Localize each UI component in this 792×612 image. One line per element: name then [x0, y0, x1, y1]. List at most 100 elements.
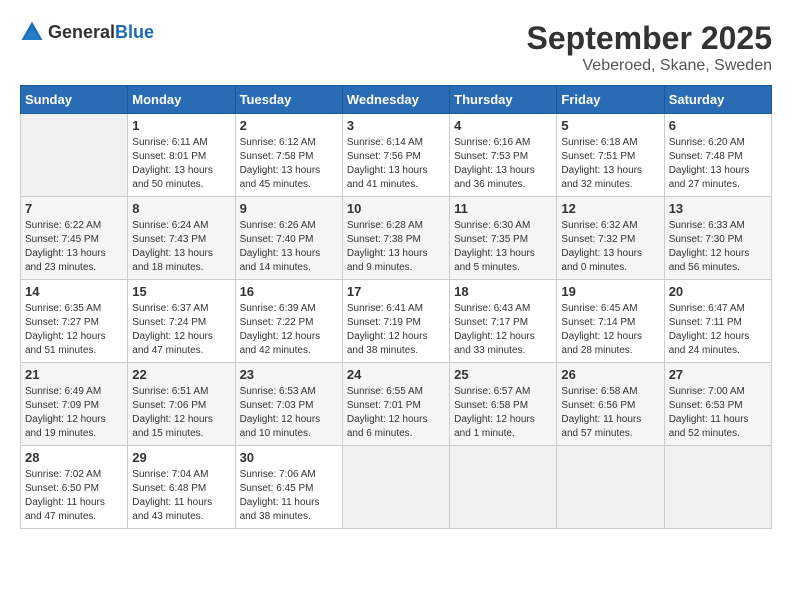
day-number: 27	[669, 367, 767, 382]
day-number: 21	[25, 367, 123, 382]
day-info: Sunrise: 6:37 AM Sunset: 7:24 PM Dayligh…	[132, 302, 230, 358]
calendar-cell	[450, 446, 557, 529]
calendar-cell: 19Sunrise: 6:45 AM Sunset: 7:14 PM Dayli…	[557, 280, 664, 363]
calendar-cell: 20Sunrise: 6:47 AM Sunset: 7:11 PM Dayli…	[664, 280, 771, 363]
day-info: Sunrise: 7:02 AM Sunset: 6:50 PM Dayligh…	[25, 468, 123, 524]
calendar-cell: 30 Sunrise: 7:06 AM Sunset: 6:45 PM Dayli…	[235, 446, 342, 529]
calendar-cell: 6 Sunrise: 6:20 AM Sunset: 7:48 PM Daylig…	[664, 114, 771, 197]
calendar-week-row: 1 Sunrise: 6:11 AM Sunset: 8:01 PM Daylig…	[21, 114, 772, 197]
weekday-header-wednesday: Wednesday	[342, 86, 449, 114]
day-info: Sunrise: 6:43 AM Sunset: 7:17 PM Dayligh…	[454, 302, 552, 358]
month-title: September 2025	[527, 20, 772, 57]
day-number: 12	[561, 201, 659, 216]
day-number: 8	[132, 201, 230, 216]
calendar-cell	[21, 114, 128, 197]
day-number: 19	[561, 284, 659, 299]
calendar-cell: 29 Sunrise: 7:04 AM Sunset: 6:48 PM Dayli…	[128, 446, 235, 529]
day-info: Sunrise: 6:28 AM Sunset: 7:38 PM Dayligh…	[347, 219, 445, 275]
weekday-header-monday: Monday	[128, 86, 235, 114]
day-number: 5	[561, 118, 659, 133]
calendar-cell: 8 Sunrise: 6:24 AM Sunset: 7:43 PM Daylig…	[128, 197, 235, 280]
day-number: 18	[454, 284, 552, 299]
day-number: 26	[561, 367, 659, 382]
day-number: 10	[347, 201, 445, 216]
day-number: 1	[132, 118, 230, 133]
calendar-cell: 28Sunrise: 7:02 AM Sunset: 6:50 PM Dayli…	[21, 446, 128, 529]
calendar-cell: 10 Sunrise: 6:28 AM Sunset: 7:38 PM Dayli…	[342, 197, 449, 280]
weekday-header-thursday: Thursday	[450, 86, 557, 114]
weekday-header-tuesday: Tuesday	[235, 86, 342, 114]
calendar-week-row: 28Sunrise: 7:02 AM Sunset: 6:50 PM Dayli…	[21, 446, 772, 529]
calendar-week-row: 7 Sunrise: 6:22 AM Sunset: 7:45 PM Daylig…	[21, 197, 772, 280]
day-number: 29	[132, 450, 230, 465]
calendar-cell: 21 Sunrise: 6:49 AM Sunset: 7:09 PM Dayli…	[21, 363, 128, 446]
day-number: 9	[240, 201, 338, 216]
day-number: 7	[25, 201, 123, 216]
calendar-cell: 9 Sunrise: 6:26 AM Sunset: 7:40 PM Daylig…	[235, 197, 342, 280]
day-number: 14	[25, 284, 123, 299]
title-block: September 2025 Veberoed, Skane, Sweden	[527, 20, 772, 75]
calendar-cell: 1 Sunrise: 6:11 AM Sunset: 8:01 PM Daylig…	[128, 114, 235, 197]
day-number: 20	[669, 284, 767, 299]
day-number: 2	[240, 118, 338, 133]
calendar-cell: 4Sunrise: 6:16 AM Sunset: 7:53 PM Daylig…	[450, 114, 557, 197]
calendar-cell: 23 Sunrise: 6:53 AM Sunset: 7:03 PM Dayli…	[235, 363, 342, 446]
logo-text-blue: Blue	[115, 22, 154, 42]
calendar-cell: 26 Sunrise: 6:58 AM Sunset: 6:56 PM Dayli…	[557, 363, 664, 446]
weekday-header-friday: Friday	[557, 86, 664, 114]
day-info: Sunrise: 6:39 AM Sunset: 7:22 PM Dayligh…	[240, 302, 338, 358]
day-info: Sunrise: 6:12 AM Sunset: 7:58 PM Dayligh…	[240, 136, 338, 192]
day-info: Sunrise: 6:26 AM Sunset: 7:40 PM Dayligh…	[240, 219, 338, 275]
calendar-cell: 15 Sunrise: 6:37 AM Sunset: 7:24 PM Dayli…	[128, 280, 235, 363]
day-info: Sunrise: 6:33 AM Sunset: 7:30 PM Dayligh…	[669, 219, 767, 275]
day-info: Sunrise: 6:11 AM Sunset: 8:01 PM Dayligh…	[132, 136, 230, 192]
day-info: Sunrise: 6:58 AM Sunset: 6:56 PM Dayligh…	[561, 385, 659, 441]
weekday-header-sunday: Sunday	[21, 86, 128, 114]
calendar-cell: 22 Sunrise: 6:51 AM Sunset: 7:06 PM Dayli…	[128, 363, 235, 446]
day-info: Sunrise: 6:20 AM Sunset: 7:48 PM Dayligh…	[669, 136, 767, 192]
day-number: 3	[347, 118, 445, 133]
day-info: Sunrise: 6:57 AM Sunset: 6:58 PM Dayligh…	[454, 385, 552, 441]
calendar-cell: 12 Sunrise: 6:32 AM Sunset: 7:32 PM Dayli…	[557, 197, 664, 280]
day-number: 30	[240, 450, 338, 465]
logo-icon	[20, 20, 44, 44]
day-number: 15	[132, 284, 230, 299]
weekday-header-saturday: Saturday	[664, 86, 771, 114]
calendar-cell: 7 Sunrise: 6:22 AM Sunset: 7:45 PM Daylig…	[21, 197, 128, 280]
day-number: 23	[240, 367, 338, 382]
day-info: Sunrise: 6:51 AM Sunset: 7:06 PM Dayligh…	[132, 385, 230, 441]
day-info: Sunrise: 7:00 AM Sunset: 6:53 PM Dayligh…	[669, 385, 767, 441]
calendar-table: SundayMondayTuesdayWednesdayThursdayFrid…	[20, 85, 772, 529]
weekday-header-row: SundayMondayTuesdayWednesdayThursdayFrid…	[21, 86, 772, 114]
calendar-cell: 13 Sunrise: 6:33 AM Sunset: 7:30 PM Dayli…	[664, 197, 771, 280]
page-header: GeneralBlue September 2025 Veberoed, Ska…	[20, 20, 772, 75]
calendar-cell: 3 Sunrise: 6:14 AM Sunset: 7:56 PM Daylig…	[342, 114, 449, 197]
day-info: Sunrise: 6:32 AM Sunset: 7:32 PM Dayligh…	[561, 219, 659, 275]
location-title: Veberoed, Skane, Sweden	[527, 57, 772, 75]
calendar-cell: 11Sunrise: 6:30 AM Sunset: 7:35 PM Dayli…	[450, 197, 557, 280]
day-number: 24	[347, 367, 445, 382]
calendar-week-row: 21 Sunrise: 6:49 AM Sunset: 7:09 PM Dayli…	[21, 363, 772, 446]
calendar-cell	[342, 446, 449, 529]
calendar-week-row: 14 Sunrise: 6:35 AM Sunset: 7:27 PM Dayli…	[21, 280, 772, 363]
calendar-cell: 18 Sunrise: 6:43 AM Sunset: 7:17 PM Dayli…	[450, 280, 557, 363]
day-info: Sunrise: 6:53 AM Sunset: 7:03 PM Dayligh…	[240, 385, 338, 441]
day-info: Sunrise: 6:14 AM Sunset: 7:56 PM Dayligh…	[347, 136, 445, 192]
calendar-cell: 16Sunrise: 6:39 AM Sunset: 7:22 PM Dayli…	[235, 280, 342, 363]
calendar-cell	[557, 446, 664, 529]
day-info: Sunrise: 6:49 AM Sunset: 7:09 PM Dayligh…	[25, 385, 123, 441]
day-info: Sunrise: 6:30 AM Sunset: 7:35 PM Dayligh…	[454, 219, 552, 275]
day-info: Sunrise: 6:24 AM Sunset: 7:43 PM Dayligh…	[132, 219, 230, 275]
day-info: Sunrise: 6:22 AM Sunset: 7:45 PM Dayligh…	[25, 219, 123, 275]
day-info: Sunrise: 6:35 AM Sunset: 7:27 PM Dayligh…	[25, 302, 123, 358]
calendar-cell: 24Sunrise: 6:55 AM Sunset: 7:01 PM Dayli…	[342, 363, 449, 446]
calendar-cell: 5Sunrise: 6:18 AM Sunset: 7:51 PM Daylig…	[557, 114, 664, 197]
day-number: 6	[669, 118, 767, 133]
day-number: 22	[132, 367, 230, 382]
day-number: 25	[454, 367, 552, 382]
calendar-cell: 2 Sunrise: 6:12 AM Sunset: 7:58 PM Daylig…	[235, 114, 342, 197]
day-info: Sunrise: 6:41 AM Sunset: 7:19 PM Dayligh…	[347, 302, 445, 358]
day-number: 13	[669, 201, 767, 216]
day-info: Sunrise: 7:06 AM Sunset: 6:45 PM Dayligh…	[240, 468, 338, 524]
day-info: Sunrise: 7:04 AM Sunset: 6:48 PM Dayligh…	[132, 468, 230, 524]
